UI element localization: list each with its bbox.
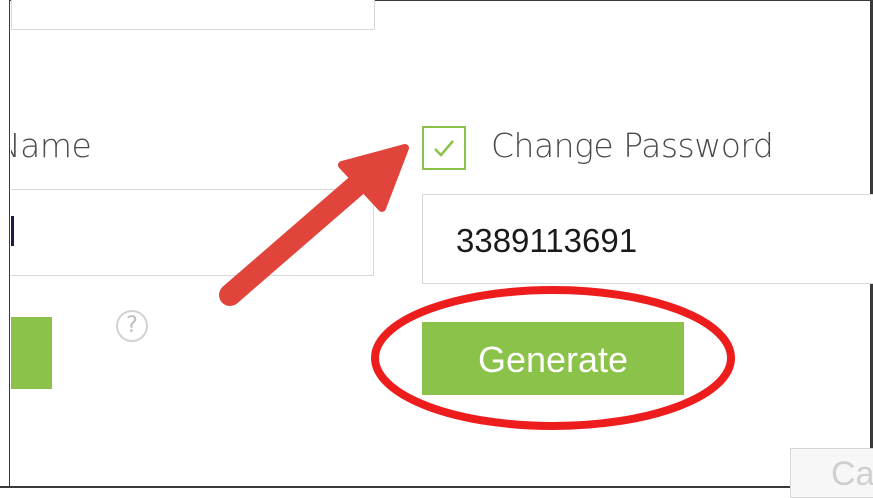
name-field-label: Name [11, 126, 131, 165]
name-label-text: Name [11, 126, 92, 165]
name-input[interactable] [11, 189, 374, 276]
help-question-icon[interactable]: ? [116, 310, 148, 342]
password-input[interactable]: 3389113691 [422, 194, 873, 284]
check-icon [434, 140, 454, 157]
top-text-field[interactable] [11, 0, 375, 30]
change-password-label: Change Password [491, 126, 774, 165]
window-frame-left [0, 0, 10, 488]
help-icon-glyph: ? [126, 313, 138, 338]
password-value: 3389113691 [456, 222, 638, 259]
change-password-checkbox[interactable] [422, 126, 466, 170]
green-action-button-partial[interactable] [11, 317, 52, 389]
cancel-button-partial[interactable]: Ca [790, 448, 873, 498]
generate-button[interactable]: Generate [422, 322, 684, 395]
name-input-text-fragment [11, 216, 14, 246]
